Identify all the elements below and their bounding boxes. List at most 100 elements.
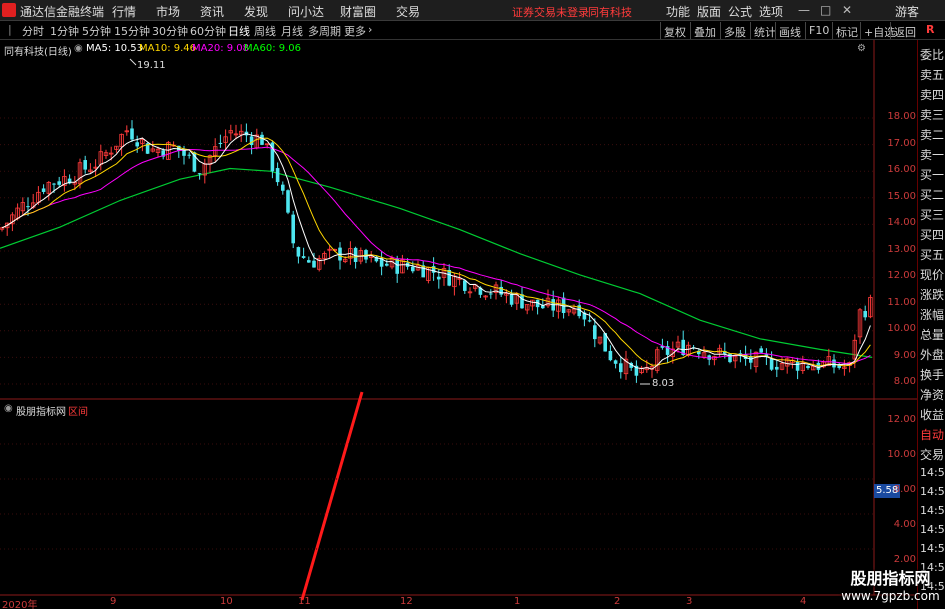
date-tick: 12 xyxy=(400,596,413,607)
side-label: 涨跌 xyxy=(920,288,945,302)
date-tick: 11 xyxy=(298,596,311,607)
candle-body xyxy=(135,142,139,147)
dropdown-icon[interactable]: ◉ xyxy=(74,43,83,54)
side-time: 14:56 xyxy=(920,542,945,555)
side-label: 买三 xyxy=(920,208,945,222)
side-trade[interactable]: 交易 xyxy=(920,446,944,463)
side-label: 涨幅 xyxy=(920,308,945,322)
chart-title: 同有科技(日线) xyxy=(4,47,72,58)
side-time: 14:56 xyxy=(920,485,945,498)
candle-body xyxy=(197,173,202,175)
candle-body xyxy=(218,142,223,144)
side-time: 14:56 xyxy=(920,466,945,479)
side-label: 委比 xyxy=(920,48,945,62)
watermark: 股朋指标网 www.7gpzb.com xyxy=(836,565,945,609)
candle-body xyxy=(863,311,867,318)
date-tick: 3 xyxy=(686,596,693,607)
candle-body xyxy=(489,293,493,295)
high-annotation: 19.11 xyxy=(137,60,166,71)
candle-body xyxy=(57,181,61,185)
candle-body xyxy=(509,293,514,305)
high-marker xyxy=(129,58,137,66)
price-tick: 13.00 xyxy=(887,244,916,255)
side-label: 现价 xyxy=(920,268,945,282)
date-tick: 2 xyxy=(614,596,621,607)
date-tick: 10 xyxy=(220,596,233,607)
date-tick: 1 xyxy=(514,596,521,607)
candle-body xyxy=(411,266,415,272)
candle-body xyxy=(83,160,87,170)
side-label: 收益 xyxy=(920,408,945,422)
candle-body xyxy=(463,280,467,291)
side-label: 卖三 xyxy=(920,108,945,122)
candle-body xyxy=(52,183,56,185)
side-label: 换手 xyxy=(920,368,945,382)
price-tick: 8.00 xyxy=(893,376,916,387)
settings-gear-icon[interactable]: ⚙ xyxy=(857,43,866,54)
candle-body xyxy=(301,256,306,258)
indicator-tick: 12.00 xyxy=(887,414,916,425)
side-label: 净资 xyxy=(920,388,945,402)
candle-body xyxy=(587,320,592,322)
low-annotation: 8.03 xyxy=(652,378,675,389)
price-tick: 18.00 xyxy=(887,111,916,122)
side-label: 买四 xyxy=(920,228,945,242)
price-tick: 17.00 xyxy=(887,138,916,149)
candle-body xyxy=(759,348,763,353)
indicator-tick: 4.00 xyxy=(893,519,916,530)
candle-body xyxy=(260,134,264,145)
candle-body xyxy=(312,260,316,268)
indicator-line xyxy=(300,391,364,601)
side-label: 卖四 xyxy=(920,88,945,102)
ma10-label: MA10: 9.46 xyxy=(139,43,197,54)
side-auto[interactable]: 自动 xyxy=(920,426,944,443)
indicator-tick: 10.00 xyxy=(887,449,916,460)
candle-body xyxy=(806,365,810,369)
candle-body xyxy=(291,214,295,244)
side-label: 买二 xyxy=(920,188,945,202)
candle-body xyxy=(769,358,774,370)
price-tick: 14.00 xyxy=(887,217,916,228)
side-label: 总量 xyxy=(920,328,945,342)
side-label: 卖二 xyxy=(920,128,945,142)
indicator-current: 5.58 xyxy=(876,485,899,496)
candle-body xyxy=(296,247,301,257)
candle-body xyxy=(613,360,618,364)
ma20-label: MA20: 9.08 xyxy=(192,43,250,54)
candle-body xyxy=(608,350,613,361)
candle-body xyxy=(286,190,290,213)
price-tick: 15.00 xyxy=(887,191,916,202)
price-tick: 9.00 xyxy=(893,350,916,361)
candle-body xyxy=(775,366,779,370)
side-label: 买一 xyxy=(920,168,945,182)
candle-body xyxy=(41,188,46,192)
side-label: 买五 xyxy=(920,248,945,262)
indicator-tag: 区间 xyxy=(68,407,88,418)
date-tick: 2020年 xyxy=(2,600,38,609)
date-tick: 9 xyxy=(110,596,117,607)
price-tick: 10.00 xyxy=(887,323,916,334)
candle-body xyxy=(619,363,623,373)
candle-body xyxy=(593,325,597,340)
candle-body xyxy=(281,184,285,191)
price-tick: 11.00 xyxy=(887,297,916,308)
candle-body xyxy=(832,359,836,368)
candle-body xyxy=(275,168,280,183)
app-window: 通达信金融终端 行情 市场 资讯 发现 问小达 财富圈 交易 证券交易未登录 同… xyxy=(0,0,945,609)
price-tick: 12.00 xyxy=(887,270,916,281)
side-label: 外盘 xyxy=(920,348,945,362)
candle-body xyxy=(437,276,441,280)
indicator-tick: 2.00 xyxy=(893,554,916,565)
date-tick: 4 xyxy=(800,596,807,607)
kline-chart[interactable] xyxy=(0,0,945,609)
candle-body xyxy=(520,294,524,309)
ma10-line xyxy=(1,137,871,367)
quote-side-panel: 委比 卖五 卖四 卖三 卖二 卖一 买一 买二 买三 买四 买五 现价 涨跌 涨… xyxy=(917,40,945,609)
price-tick: 16.00 xyxy=(887,164,916,175)
indicator-dropdown-icon[interactable]: ◉ xyxy=(4,403,13,414)
watermark-title: 股朋指标网 xyxy=(850,569,931,588)
side-time: 14:56 xyxy=(920,504,945,517)
indicator-name[interactable]: 股朋指标网 xyxy=(16,403,66,418)
candle-body xyxy=(447,269,451,286)
candle-body xyxy=(187,154,191,156)
